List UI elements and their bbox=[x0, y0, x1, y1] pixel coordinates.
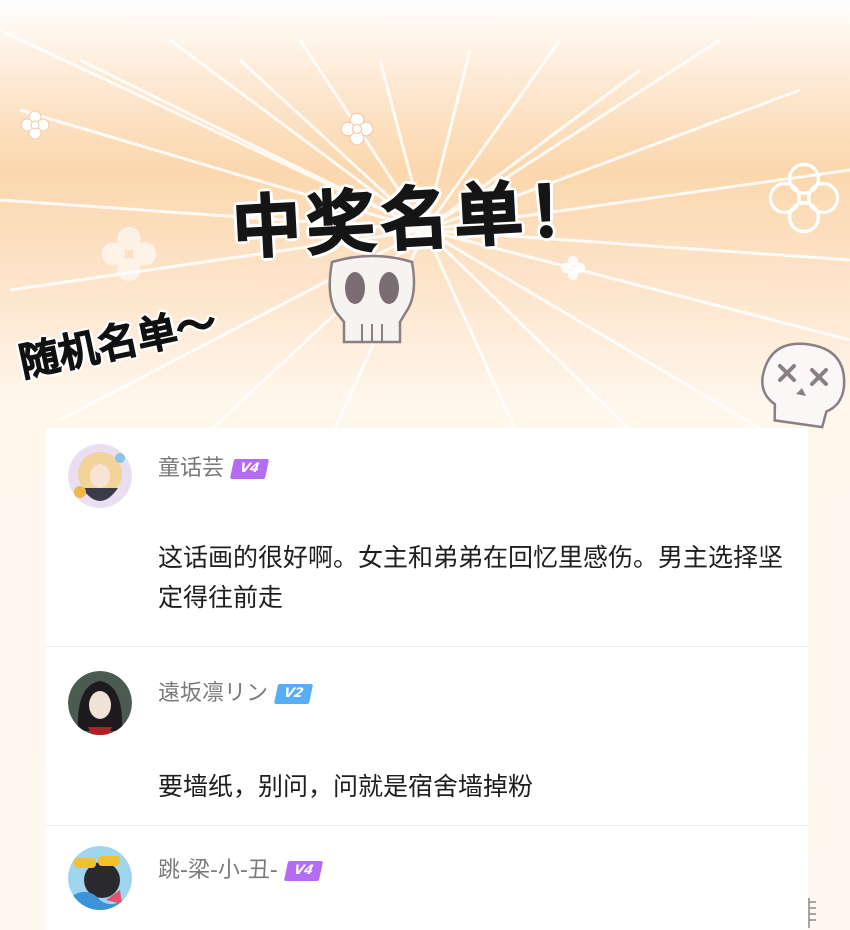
comment-username[interactable]: 跳-梁-小-丑- V4 bbox=[158, 852, 324, 884]
skull-icon bbox=[328, 254, 416, 344]
comment-text: 要墙纸，别问，问就是宿舍墙掉粉 bbox=[158, 772, 534, 801]
level-badge: V2 bbox=[273, 684, 314, 704]
comment-item: 遠坂凛リン V2 要墙纸，别问，问就是宿舍墙掉粉 bbox=[46, 647, 808, 825]
level-badge: V4 bbox=[283, 861, 324, 881]
dark-hair-girl-avatar-icon[interactable] bbox=[68, 671, 132, 735]
flower-icon bbox=[101, 226, 157, 282]
flower-icon bbox=[340, 112, 374, 146]
anime-girl-avatar-icon[interactable] bbox=[68, 444, 132, 508]
comment-item: 跳-梁-小-丑- V4 bbox=[46, 826, 808, 930]
scroll-handle-icon bbox=[808, 898, 816, 928]
flower-icon bbox=[20, 110, 50, 140]
comment-username[interactable]: 遠坂凛リン V2 bbox=[158, 675, 314, 707]
comment-item: 童话芸 V4 这话画的很好啊。女主和弟弟在回忆里感伤。男主选择坚定得往前走 bbox=[46, 428, 808, 646]
flower-icon bbox=[560, 255, 586, 281]
comment-list: 童话芸 V4 这话画的很好啊。女主和弟弟在回忆里感伤。男主选择坚定得往前走 遠坂凛… bbox=[46, 428, 808, 930]
level-badge: V4 bbox=[229, 459, 270, 479]
flower-icon bbox=[768, 162, 840, 234]
skull-cross-eyes-icon bbox=[761, 342, 846, 429]
username-text[interactable]: 遠坂凛リン bbox=[158, 681, 268, 706]
username-text[interactable]: 跳-梁-小-丑- bbox=[158, 858, 278, 883]
comment-username[interactable]: 童话芸 V4 bbox=[158, 450, 270, 482]
sunglasses-avatar-icon[interactable] bbox=[68, 846, 132, 910]
comment-text: 这话画的很好啊。女主和弟弟在回忆里感伤。男主选择坚定得往前走 bbox=[158, 543, 784, 612]
username-text[interactable]: 童话芸 bbox=[158, 456, 224, 481]
